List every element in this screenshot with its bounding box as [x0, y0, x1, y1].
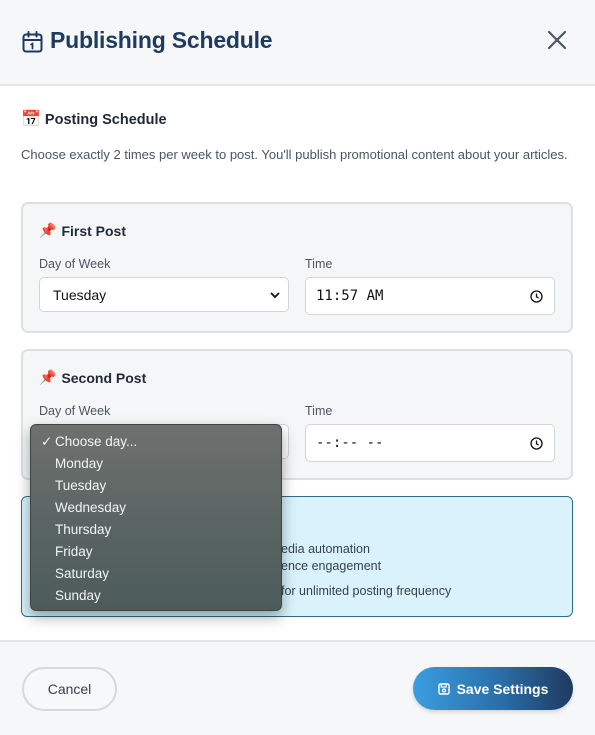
- save-settings-button[interactable]: Save Settings: [413, 667, 573, 710]
- checkmark-icon: ✓: [41, 434, 53, 449]
- first-post-card: 📌 First Post Day of Week Time Tuesday 11…: [21, 202, 573, 333]
- second-post-time-value: --:-- --: [316, 435, 384, 451]
- first-post-time-input[interactable]: 11:57 AM: [305, 277, 555, 315]
- first-post-title-text: First Post: [61, 222, 127, 239]
- section-description: Choose exactly 2 times per week to post.…: [21, 147, 568, 162]
- time-label: Time: [305, 257, 333, 271]
- first-post-day-value: Tuesday: [53, 286, 107, 303]
- dropdown-option-tuesday[interactable]: Tuesday: [31, 475, 281, 497]
- section-title-text: Posting Schedule: [44, 112, 167, 128]
- first-post-day-select[interactable]: Tuesday: [39, 277, 289, 312]
- chevron-down-icon: [270, 292, 280, 299]
- time-label: Time: [305, 404, 333, 418]
- close-icon[interactable]: [545, 28, 569, 52]
- dropdown-option-monday[interactable]: Monday: [31, 453, 281, 475]
- modal-title: Publishing Schedule: [50, 27, 273, 53]
- dropdown-option-thursday[interactable]: Thursday: [31, 519, 281, 541]
- dropdown-option-sunday[interactable]: Sunday: [31, 585, 281, 607]
- floppy-disk-icon: [437, 682, 450, 695]
- day-of-week-label: Day of Week: [39, 404, 111, 418]
- pushpin-icon: 📌: [39, 222, 57, 238]
- dropdown-option-wednesday[interactable]: Wednesday: [31, 497, 281, 519]
- pushpin-icon: 📌: [39, 369, 57, 385]
- info-line-2: ence engagement: [281, 559, 382, 573]
- calendar-emoji-icon: 📅: [21, 111, 41, 128]
- clock-icon[interactable]: [530, 290, 543, 303]
- save-settings-label: Save Settings: [456, 680, 549, 697]
- first-post-title: 📌 First Post: [39, 222, 126, 239]
- second-post-title-text: Second Post: [61, 369, 147, 386]
- day-dropdown-menu[interactable]: ✓ Choose day... Monday Tuesday Wednesday…: [30, 424, 282, 611]
- day-of-week-label: Day of Week: [39, 257, 111, 271]
- info-line-1: edia automation: [281, 542, 370, 556]
- modal-header: Publishing Schedule: [0, 0, 595, 86]
- dropdown-option-friday[interactable]: Friday: [31, 541, 281, 563]
- dropdown-option-saturday[interactable]: Saturday: [31, 563, 281, 585]
- clock-icon[interactable]: [530, 437, 543, 450]
- second-post-title: 📌 Second Post: [39, 369, 146, 386]
- dropdown-option-choose-day[interactable]: ✓ Choose day...: [31, 431, 281, 453]
- first-post-time-value: 11:57 AM: [316, 288, 384, 304]
- info-line-3: for unlimited posting frequency: [281, 584, 452, 598]
- second-post-time-input[interactable]: --:-- --: [305, 424, 555, 462]
- cancel-button[interactable]: Cancel: [22, 667, 117, 711]
- calendar-icon: [22, 31, 43, 53]
- section-title: 📅 Posting Schedule: [21, 111, 167, 129]
